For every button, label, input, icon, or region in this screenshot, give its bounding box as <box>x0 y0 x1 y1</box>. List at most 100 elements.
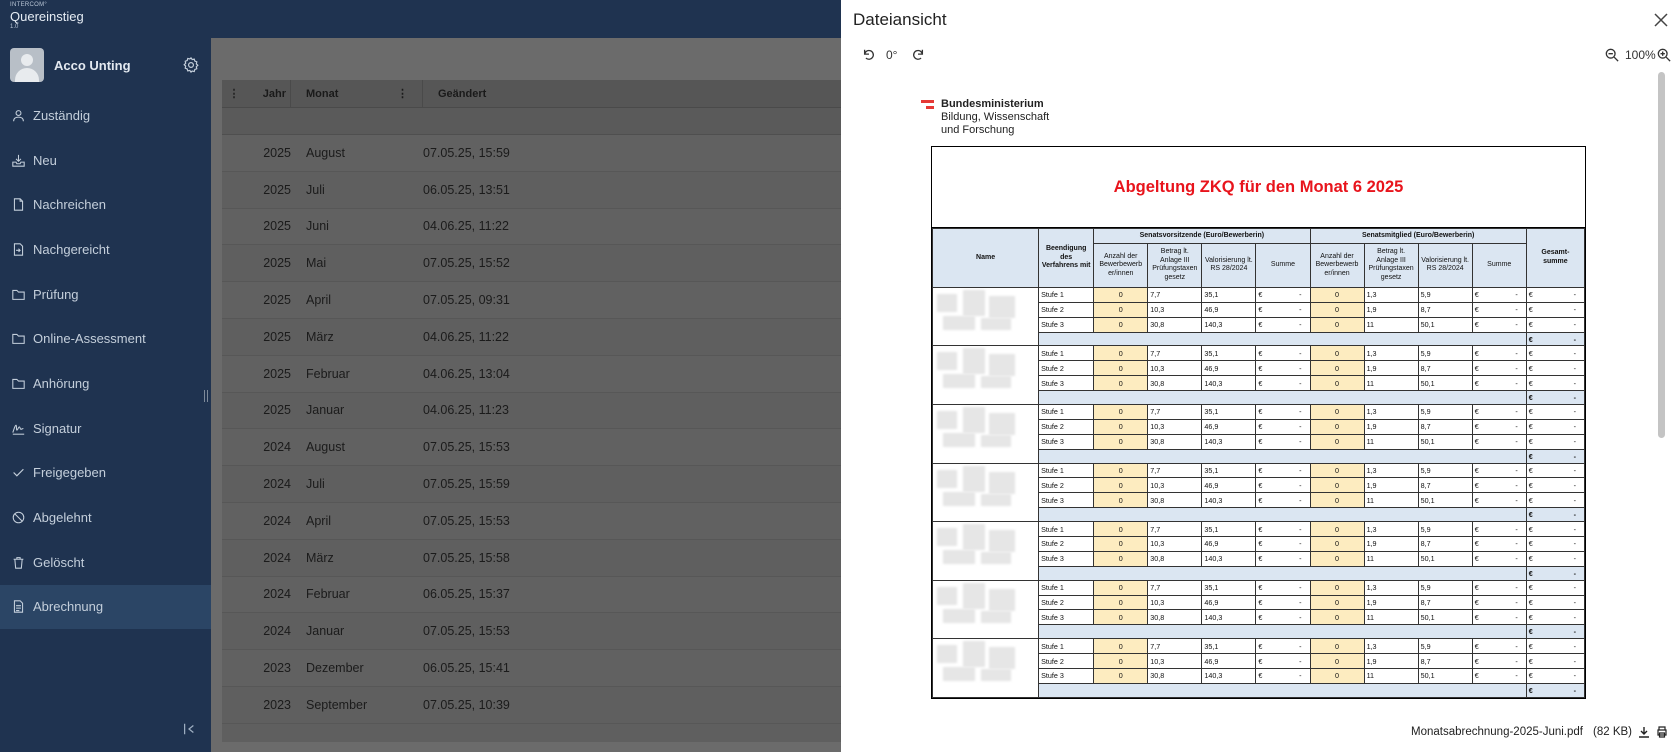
anzahl-mitglied: 0 <box>1309 301 1365 318</box>
sidebar-item-nachgereicht[interactable]: Nachgereicht <box>0 227 211 272</box>
table-row[interactable]: 2024 Januar 07.05.25, 15:53 <box>222 613 841 651</box>
valor-mitglied: 5,9 <box>1417 345 1473 362</box>
download-icon[interactable] <box>1638 726 1650 738</box>
print-icon[interactable] <box>1656 726 1668 738</box>
cell-geaendert: 07.05.25, 15:59 <box>423 145 510 160</box>
zoom-out-icon[interactable] <box>1605 48 1619 62</box>
billing-document: Abgeltung ZKQ für den Monat 6 2025 Name … <box>931 146 1586 699</box>
document-icon <box>13 198 24 211</box>
table-row[interactable]: 2023 September 07.05.25, 10:39 <box>222 687 841 724</box>
sidebar-item-signatur[interactable]: Signatur <box>0 406 211 451</box>
betrag-vorsitz: 7,7 <box>1147 286 1203 303</box>
cell-monat: März <box>306 329 334 344</box>
currency: € <box>1474 363 1479 373</box>
sidebar-item-anhoerung[interactable]: Anhörung <box>0 361 211 406</box>
currency: € <box>1474 598 1479 608</box>
column-header-geaendert[interactable]: Geändert <box>423 88 486 100</box>
redaction-blur <box>937 352 957 371</box>
cell-monat: Januar <box>306 624 345 639</box>
sidebar-item-online-assessment[interactable]: Online-Assessment <box>0 316 211 361</box>
table-row[interactable]: 2024 August 07.05.25, 15:53 <box>222 429 841 467</box>
table-row[interactable]: 2025 April 07.05.25, 09:31 <box>222 282 841 319</box>
betrag-mitglied: 1,9 <box>1363 594 1419 611</box>
dash: - <box>1515 305 1518 315</box>
anzahl-vorsitz: 0 <box>1093 462 1149 479</box>
dash: - <box>1573 627 1576 637</box>
sidebar-item-abrechnung[interactable]: Abrechnung <box>0 584 211 630</box>
currency: € <box>1474 612 1479 622</box>
file-viewer-dialog: Dateiansicht 0° 100% Bundesministerium B… <box>841 0 1680 752</box>
currency: € <box>1474 290 1479 300</box>
valor-vorsitz: 35,1 <box>1201 286 1257 303</box>
rotate-right-icon[interactable] <box>911 48 925 62</box>
group-total-spacer <box>1038 507 1527 523</box>
currency: € <box>1528 407 1533 417</box>
table-row[interactable]: 2024 März 07.05.25, 15:58 <box>222 540 841 577</box>
gesamt-row: - € <box>1525 477 1586 494</box>
currency: € <box>1474 583 1479 593</box>
valor-mitglied: 5,9 <box>1417 521 1473 538</box>
valor-vorsitz: 140,3 <box>1201 316 1257 333</box>
column-header-monat[interactable]: Monat ⋮ <box>291 79 423 108</box>
betrag-mitglied: 1,9 <box>1363 653 1419 670</box>
group-total-spacer <box>1038 565 1527 581</box>
sidebar-item-freigegeben[interactable]: Freigegeben <box>0 451 211 496</box>
sidebar-item-neu[interactable]: Neu <box>0 138 211 183</box>
avatar[interactable] <box>10 48 44 82</box>
valor-mitglied: 8,7 <box>1417 418 1473 435</box>
redaction-blur <box>989 530 1015 553</box>
gear-icon[interactable] <box>182 56 200 74</box>
brand-version: 1.0 <box>10 24 19 30</box>
summe-vorsitz: - € <box>1255 345 1311 362</box>
sidebar-item-zustaendig[interactable]: Zuständig <box>0 93 211 138</box>
group-total-spacer <box>1038 624 1527 640</box>
group-total: - € <box>1525 331 1586 347</box>
collapse-sidebar-icon[interactable] <box>182 722 196 736</box>
close-icon[interactable] <box>1654 13 1668 27</box>
column-header-jahr[interactable]: Jahr <box>246 79 291 108</box>
table-row[interactable]: 2023 Dezember 06.05.25, 15:41 <box>222 650 841 687</box>
stufe-label: Stufe 3 <box>1038 316 1095 333</box>
table-row[interactable]: 2025 Mai 07.05.25, 15:52 <box>222 245 841 283</box>
currency: € <box>1258 539 1263 549</box>
table-row[interactable]: 2025 Februar 04.06.25, 13:04 <box>222 355 841 393</box>
table-row[interactable]: 2024 Februar 06.05.25, 15:37 <box>222 576 841 614</box>
currency: € <box>1528 348 1533 358</box>
currency: € <box>1258 348 1263 358</box>
table-row[interactable]: 2025 Juni 04.06.25, 11:22 <box>222 208 841 246</box>
table-row[interactable]: 2024 Juli 07.05.25, 15:59 <box>222 466 841 503</box>
viewer-scrollbar[interactable] <box>1658 72 1665 438</box>
zoom-in-icon[interactable] <box>1657 48 1671 62</box>
rotate-left-icon[interactable] <box>862 48 876 62</box>
ministry-name: Bundesministerium Bildung, Wissenschaft … <box>941 98 1049 137</box>
table-row[interactable]: 2025 Juli 06.05.25, 13:51 <box>222 172 841 209</box>
anzahl-vorsitz: 0 <box>1093 653 1149 670</box>
table-row[interactable]: 2025 August 07.05.25, 15:59 <box>222 135 841 172</box>
table-row[interactable]: 2025 März 04.06.25, 11:22 <box>222 319 841 356</box>
currency: € <box>1258 524 1263 534</box>
cell-geaendert: 04.06.25, 11:22 <box>423 329 509 344</box>
sidebar-item-geloescht[interactable]: Gelöscht <box>0 540 211 585</box>
dash: - <box>1515 480 1518 490</box>
summe-mitglied: - € <box>1471 609 1527 626</box>
currency: € <box>1258 363 1263 373</box>
cell-monat: April <box>306 513 332 528</box>
sidebar-item-nachreichen[interactable]: Nachreichen <box>0 182 211 227</box>
table-row[interactable]: 2025 Januar 04.06.25, 11:23 <box>222 393 841 430</box>
file-size: (82 KB) <box>1593 726 1632 738</box>
sidebar-item-label: Nachgereicht <box>33 241 110 257</box>
column-menu-icon[interactable]: ⋮ <box>222 87 246 100</box>
sidebar-resize-handle[interactable] <box>204 390 208 402</box>
stufe-label: Stufe 3 <box>1038 492 1095 509</box>
valor-mitglied: 8,7 <box>1417 301 1473 318</box>
pdf-viewer[interactable]: Bundesministerium Bildung, Wissenschaft … <box>851 70 1671 722</box>
betrag-vorsitz: 7,7 <box>1147 462 1203 479</box>
sidebar-item-pruefung[interactable]: Prüfung <box>0 272 211 317</box>
anzahl-mitglied: 0 <box>1309 579 1365 596</box>
betrag-vorsitz: 7,7 <box>1147 404 1203 420</box>
table-row[interactable]: 2024 April 07.05.25, 15:53 <box>222 502 841 540</box>
summe-mitglied: - € <box>1471 301 1527 318</box>
betrag-mitglied: 1,3 <box>1363 345 1419 362</box>
column-menu-icon[interactable]: ⋮ <box>397 80 408 108</box>
sidebar-item-abgelehnt[interactable]: Abgelehnt <box>0 495 211 540</box>
